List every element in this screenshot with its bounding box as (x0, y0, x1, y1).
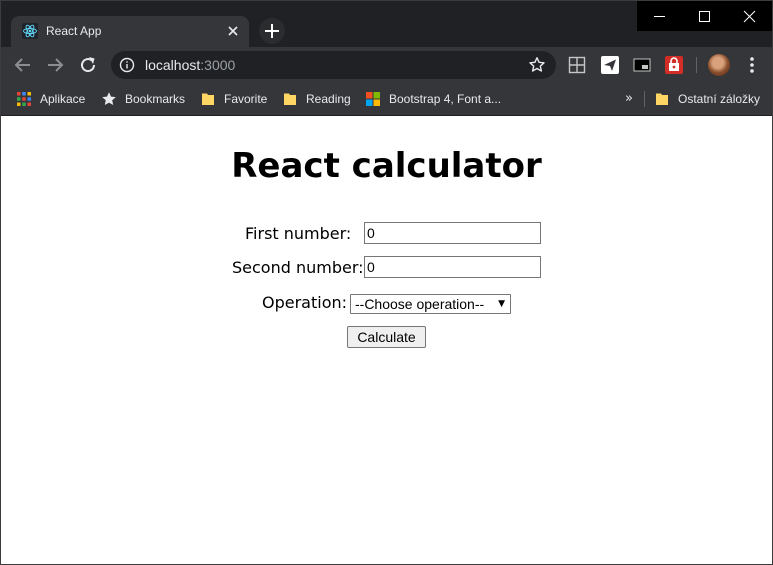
maximize-button[interactable] (682, 1, 727, 31)
page-title: React calculator (231, 146, 542, 186)
grid-extension-icon[interactable] (568, 56, 586, 74)
bookmark-bookmarks[interactable]: Bookmarks (101, 90, 185, 108)
bookmark-reading[interactable]: Reading (282, 90, 351, 108)
folder-icon (284, 93, 296, 105)
bookmark-star-icon[interactable] (528, 56, 546, 74)
reload-icon[interactable] (76, 53, 100, 77)
bookmarks-separator (644, 91, 645, 107)
bookmark-aplikace[interactable]: Aplikace (16, 90, 85, 108)
menu-dots-icon[interactable] (743, 55, 761, 75)
operation-select[interactable]: --Choose operation-- ▼ (350, 294, 511, 314)
second-number-input[interactable] (364, 256, 541, 278)
back-arrow-icon[interactable] (11, 53, 35, 77)
maximize-icon (699, 11, 710, 22)
browser-window: React App localhost:3000 Aplikace Bookma… (0, 0, 773, 565)
plus-icon (265, 24, 279, 38)
first-number-label: First number: (245, 224, 352, 243)
bookmark-label: Bootstrap 4, Font a... (389, 92, 502, 106)
dropdown-arrow-icon: ▼ (498, 299, 505, 309)
tab-title: React App (46, 24, 102, 38)
browser-toolbar: localhost:3000 (1, 47, 772, 83)
tab-close-icon[interactable] (225, 23, 241, 39)
bookmark-label: Bookmarks (125, 92, 186, 106)
second-number-label: Second number: (232, 258, 364, 277)
forward-arrow-icon[interactable] (43, 53, 67, 77)
bookmark-label: Favorite (224, 92, 268, 106)
react-logo-icon (22, 23, 38, 39)
windows-logo-icon (366, 92, 380, 106)
url-port: :3000 (200, 57, 236, 73)
bookmarks-overflow-button[interactable]: » (621, 90, 637, 108)
tab-react-app[interactable]: React App (11, 16, 249, 47)
minimize-icon (654, 16, 665, 17)
site-info-icon[interactable] (119, 57, 135, 73)
lastpass-extension-icon[interactable] (665, 56, 683, 74)
profile-avatar[interactable] (708, 54, 730, 76)
picture-in-picture-icon[interactable] (633, 56, 651, 74)
apps-grid-icon (17, 92, 31, 106)
folder-icon (656, 93, 668, 105)
toolbar-separator (696, 57, 697, 73)
new-tab-button[interactable] (259, 18, 285, 44)
bookmark-bootstrap[interactable]: Bootstrap 4, Font a... (365, 90, 501, 108)
minimize-button[interactable] (637, 1, 682, 31)
bookmark-label: Ostatní záložky (678, 92, 761, 106)
send-extension-icon[interactable] (601, 56, 619, 74)
operation-selected-value: --Choose operation-- (355, 296, 485, 312)
close-icon (743, 10, 756, 23)
address-bar[interactable]: localhost:3000 (111, 51, 556, 79)
window-controls (637, 1, 772, 31)
bookmarks-bar: Aplikace Bookmarks Favorite Reading Boot… (1, 83, 772, 116)
first-number-input[interactable] (364, 222, 541, 244)
bookmark-label: Reading (306, 92, 351, 106)
bookmark-other[interactable]: Ostatní záložky (654, 90, 760, 108)
page-content: React calculator First number: Second nu… (1, 116, 772, 564)
folder-icon (202, 93, 214, 105)
url-text: localhost:3000 (145, 56, 235, 74)
bookmark-label: Aplikace (40, 92, 86, 106)
calculate-button[interactable]: Calculate (347, 326, 426, 348)
url-host: localhost (145, 57, 201, 73)
title-bar: React App (1, 1, 772, 47)
operation-label: Operation: (262, 293, 348, 312)
close-window-button[interactable] (727, 1, 772, 31)
bookmark-favorite[interactable]: Favorite (200, 90, 267, 108)
star-icon (102, 92, 116, 105)
